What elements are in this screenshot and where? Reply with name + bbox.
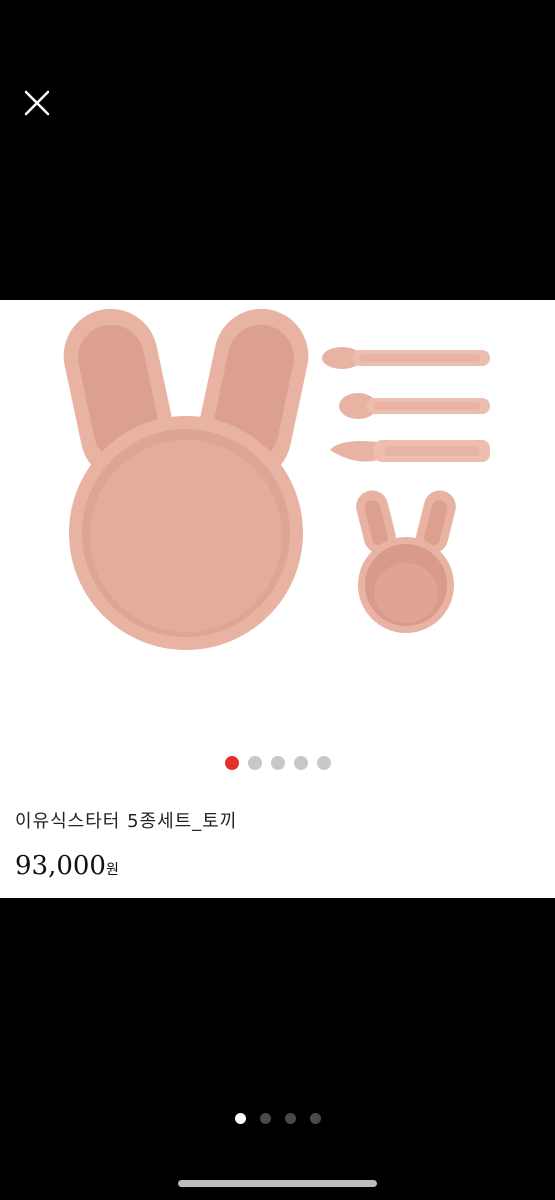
product-card: 이유식스타터 5종세트_토끼 93,000원 — [0, 300, 555, 898]
product-price: 93,000원 — [15, 851, 119, 881]
close-icon — [24, 90, 50, 116]
page-dot-3[interactable] — [284, 1113, 296, 1124]
carousel-dot-2[interactable] — [247, 756, 262, 770]
page-indicator — [0, 1113, 555, 1124]
close-button[interactable] — [20, 86, 54, 120]
bunny-plate — [63, 308, 309, 650]
page-dot-4[interactable] — [309, 1113, 321, 1124]
page-dot-2[interactable] — [259, 1113, 271, 1124]
page-dot-1[interactable] — [234, 1113, 246, 1124]
product-title: 이유식스타터 5종세트_토끼 — [15, 811, 238, 832]
carousel-dot-4[interactable] — [293, 756, 308, 770]
bunny-bowl — [356, 490, 456, 633]
knife — [330, 440, 490, 462]
long-spoon — [322, 347, 490, 369]
short-spoon — [339, 393, 490, 419]
price-currency: 원 — [105, 862, 119, 878]
carousel-dot-1[interactable] — [224, 756, 239, 770]
carousel-dots — [0, 756, 555, 770]
price-amount: 93,000 — [15, 851, 106, 881]
carousel-dot-3[interactable] — [270, 756, 285, 770]
product-image[interactable] — [0, 300, 555, 750]
carousel-dot-5[interactable] — [316, 756, 331, 770]
home-indicator[interactable] — [178, 1180, 377, 1187]
